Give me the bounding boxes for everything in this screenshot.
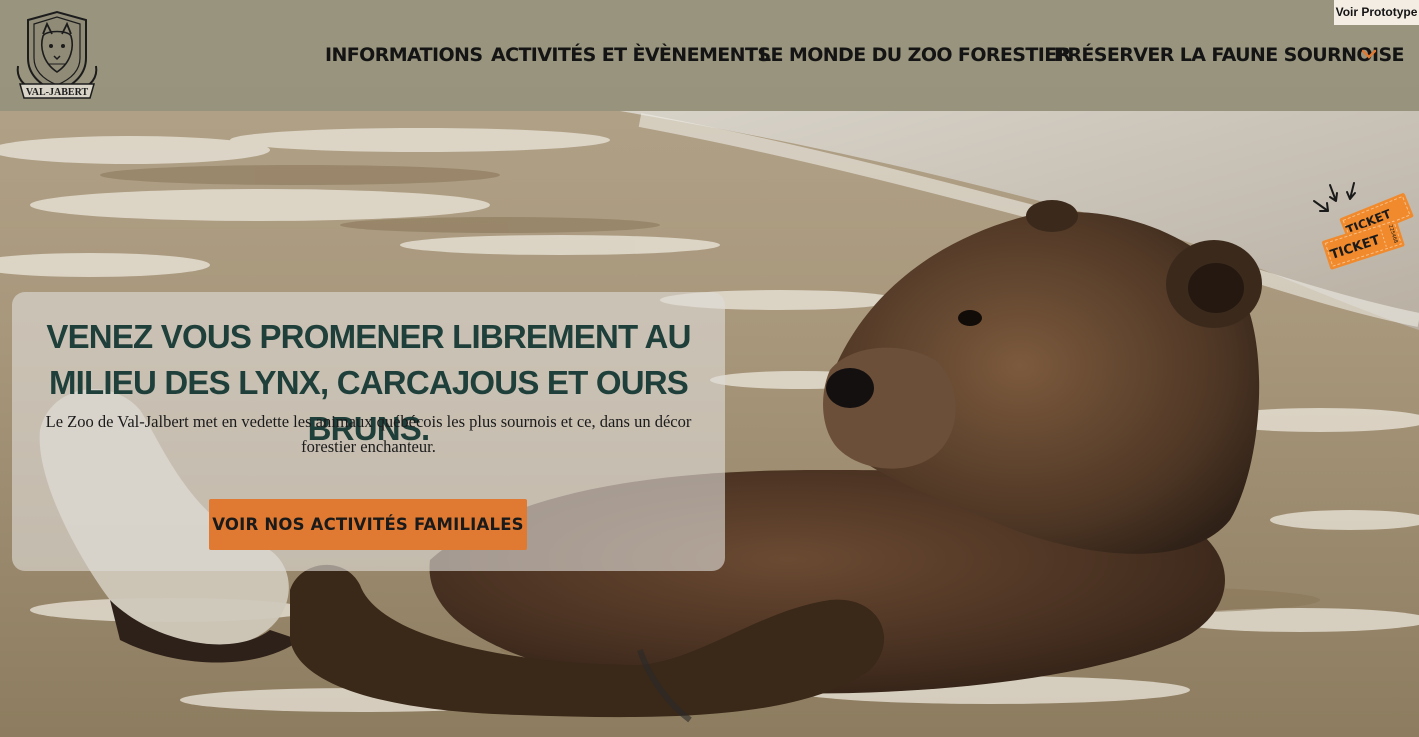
view-prototype-button[interactable]: Voir Prototype [1334,0,1419,25]
nav-item-preserver-faune[interactable]: PRÉSERVER LA FAUNE SOURNOISE [1054,41,1405,69]
svg-text:VAL-JABERT: VAL-JABERT [26,87,89,98]
ticket-badge[interactable]: TICKET TICKET 225468 [1306,179,1416,275]
chevron-down-icon[interactable] [1362,49,1376,59]
nav-item-informations[interactable]: INFORMATIONS [325,41,483,69]
family-activities-button[interactable]: VOIR NOS ACTIVITÉS FAMILIALES [209,499,527,550]
hero-description: Le Zoo de Val-Jalbert met en vedette les… [45,412,692,456]
ticket-icon: TICKET TICKET 225468 [1313,182,1414,270]
main-navigation: INFORMATIONS ACTIVITÉS ET ÈVÈNEMENTS LE … [0,41,1419,71]
nav-item-monde-zoo[interactable]: LE MONDE DU ZOO FORESTIER [759,41,1071,69]
nav-item-activites[interactable]: ACTIVITÉS ET ÈVÈNEMENTS [491,41,771,69]
site-header: VAL-JABERT INFORMATIONS ACTIVITÉS ET ÈVÈ… [0,0,1419,111]
